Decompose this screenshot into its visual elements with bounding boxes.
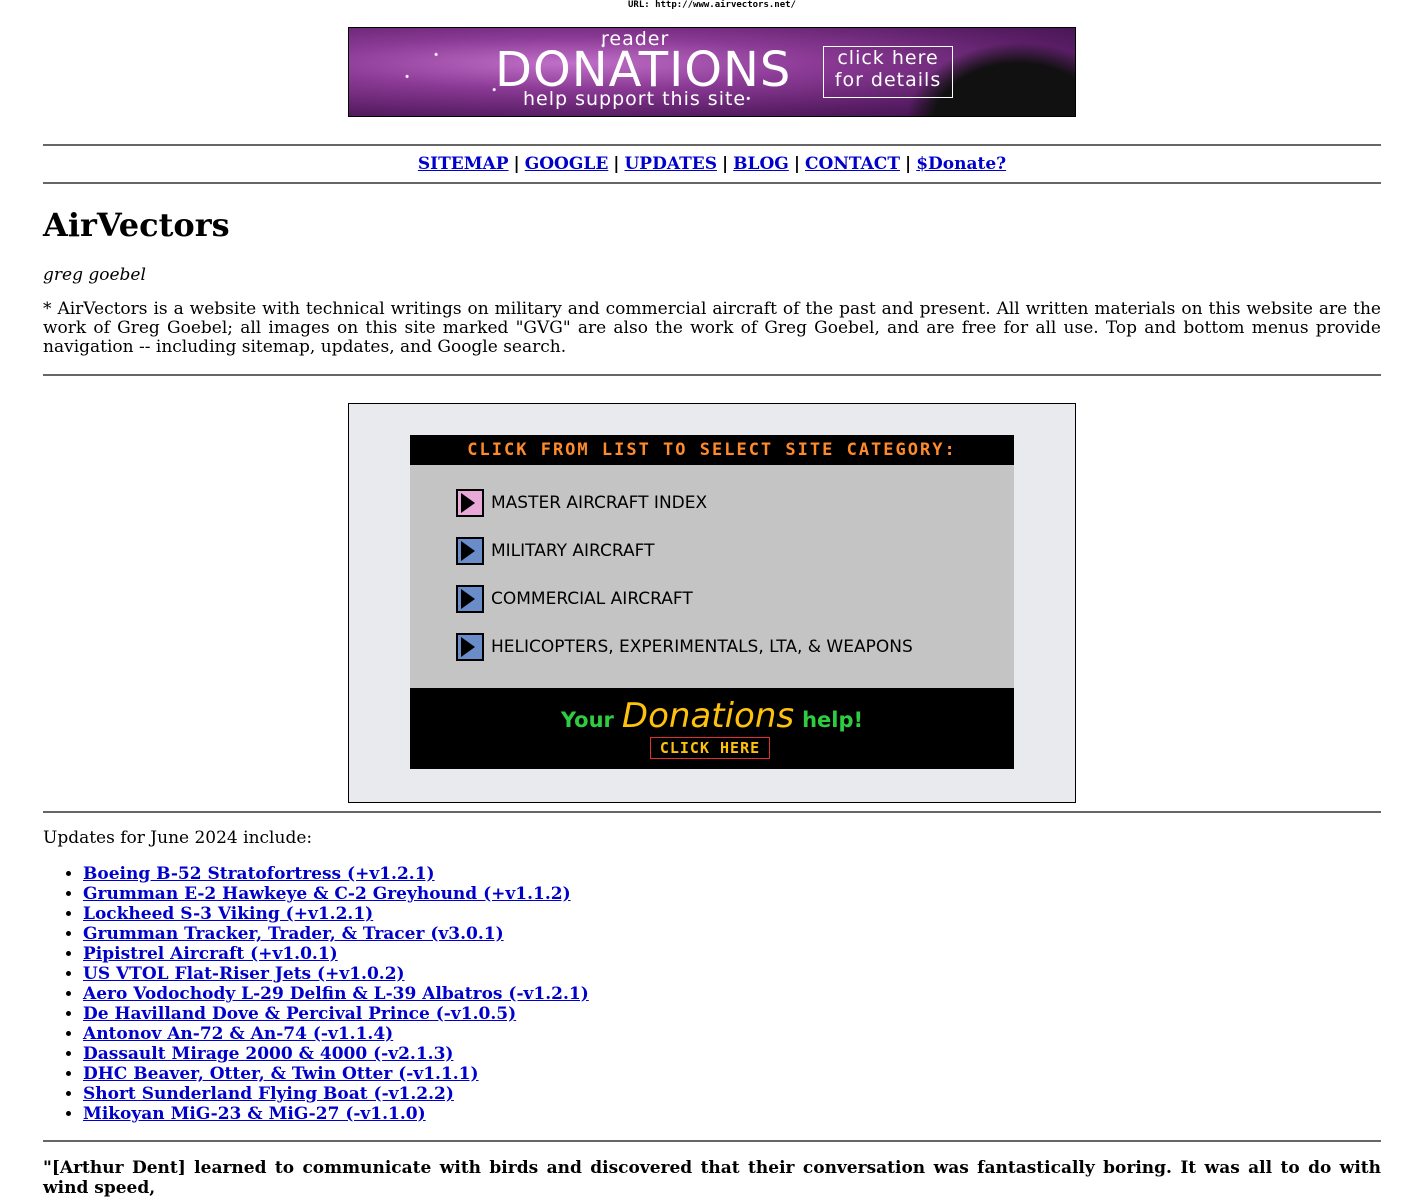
slogan-help: help! [802, 708, 864, 732]
donations-slogan: Your Donations help! [410, 696, 1014, 736]
update-link[interactable]: US VTOL Flat-Riser Jets (+v1.0.2) [83, 964, 405, 984]
update-link[interactable]: Boeing B-52 Stratofortress (+v1.2.1) [83, 864, 435, 884]
banner-click-line-1: click here [837, 47, 939, 69]
nav-separator: | [513, 154, 520, 174]
list-item: Mikoyan MiG-23 & MiG-27 (-v1.1.0) [83, 1104, 589, 1124]
menu-item-label: HELICOPTERS, EXPERIMENTALS, LTA, & WEAPO… [491, 637, 913, 657]
list-item: Antonov An-72 & An-74 (-v1.1.4) [83, 1024, 589, 1044]
nav-google-link[interactable]: GOOGLE [525, 154, 609, 174]
donations-click-here-button[interactable]: CLICK HERE [650, 737, 770, 759]
nav-sitemap-link[interactable]: SITEMAP [418, 154, 509, 174]
nav-blog-link[interactable]: BLOG [733, 154, 789, 174]
top-nav: SITEMAP | GOOGLE | UPDATES | BLOG | CONTACT | $Don… [0, 154, 1424, 174]
intro-paragraph: * AirVectors is a website with technical… [43, 299, 1381, 357]
nav-donate-link[interactable]: $Donate? [916, 154, 1006, 174]
menu-item-label: COMMERCIAL AIRCRAFT [491, 589, 693, 609]
update-link[interactable]: De Havilland Dove & Percival Prince (-v1… [83, 1004, 516, 1024]
update-link[interactable]: Dassault Mirage 2000 & 4000 (-v2.1.3) [83, 1044, 453, 1064]
list-item: Grumman Tracker, Trader, & Tracer (v3.0.… [83, 924, 589, 944]
list-item: DHC Beaver, Otter, & Twin Otter (-v1.1.1… [83, 1064, 589, 1084]
list-item: Grumman E-2 Hawkeye & C-2 Greyhound (+v1… [83, 884, 589, 904]
banner-click-details-button[interactable]: click here for details [823, 46, 953, 98]
nav-separator: | [905, 154, 912, 174]
update-link[interactable]: Mikoyan MiG-23 & MiG-27 (-v1.1.0) [83, 1104, 426, 1124]
divider-nav-bottom [43, 182, 1381, 184]
slogan-your: Your [560, 708, 614, 732]
update-link[interactable]: Grumman Tracker, Trader, & Tracer (v3.0.… [83, 924, 504, 944]
url-label: URL: http://www.airvectors.net/ [628, 0, 796, 10]
menu-item-military-aircraft[interactable]: MILITARY AIRCRAFT [456, 535, 654, 567]
nav-separator: | [721, 154, 729, 174]
update-link[interactable]: Grumman E-2 Hawkeye & C-2 Greyhound (+v1… [83, 884, 571, 904]
category-menu-panel: CLICK FROM LIST TO SELECT SITE CATEGORY:… [410, 435, 1014, 769]
list-item: Pipistrel Aircraft (+v1.0.1) [83, 944, 589, 964]
arrow-right-icon [456, 585, 484, 613]
arrow-right-icon [456, 537, 484, 565]
update-link[interactable]: Pipistrel Aircraft (+v1.0.1) [83, 944, 338, 964]
category-menu-frame: CLICK FROM LIST TO SELECT SITE CATEGORY:… [348, 403, 1076, 803]
menu-item-helicopters-experimentals[interactable]: HELICOPTERS, EXPERIMENTALS, LTA, & WEAPO… [456, 631, 913, 663]
page-title: AirVectors [43, 206, 230, 244]
slogan-donations: Donations [621, 696, 795, 736]
list-item: Boeing B-52 Stratofortress (+v1.2.1) [83, 864, 589, 884]
divider-top [43, 144, 1381, 146]
menu-item-commercial-aircraft[interactable]: COMMERCIAL AIRCRAFT [456, 583, 693, 615]
banner-click-line-2: for details [834, 69, 942, 91]
list-item: Short Sunderland Flying Boat (-v1.2.2) [83, 1084, 589, 1104]
list-item: Dassault Mirage 2000 & 4000 (-v2.1.3) [83, 1044, 589, 1064]
menu-item-label: MASTER AIRCRAFT INDEX [491, 493, 708, 513]
nav-updates-link[interactable]: UPDATES [624, 154, 717, 174]
updates-list: Boeing B-52 Stratofortress (+v1.2.1) Gru… [43, 864, 589, 1124]
divider-updates-bottom [43, 1140, 1381, 1142]
update-link[interactable]: Short Sunderland Flying Boat (-v1.2.2) [83, 1084, 454, 1104]
divider-menu-bottom [43, 811, 1381, 813]
divider-intro [43, 374, 1381, 376]
update-link[interactable]: Aero Vodochody L-29 Delfin & L-39 Albatr… [83, 984, 589, 1004]
updates-heading: Updates for June 2024 include: [43, 828, 313, 848]
arrow-right-icon [456, 633, 484, 661]
nav-separator: | [613, 154, 620, 174]
menu-item-label: MILITARY AIRCRAFT [491, 541, 655, 561]
arrow-right-icon [456, 489, 484, 517]
donations-footer[interactable]: Your Donations help! CLICK HERE [410, 688, 1014, 769]
banner-subtitle: help support this site [523, 88, 747, 110]
list-item: Aero Vodochody L-29 Delfin & L-39 Albatr… [83, 984, 589, 1004]
donations-banner[interactable]: reader DONATIONS help support this site … [348, 27, 1076, 117]
list-item: Lockheed S-3 Viking (+v1.2.1) [83, 904, 589, 924]
list-item: US VTOL Flat-Riser Jets (+v1.0.2) [83, 964, 589, 984]
closing-quote: "[Arthur Dent] learned to communicate wi… [43, 1158, 1381, 1198]
nav-separator: | [793, 154, 801, 174]
list-item: De Havilland Dove & Percival Prince (-v1… [83, 1004, 589, 1024]
category-menu-header: CLICK FROM LIST TO SELECT SITE CATEGORY: [410, 435, 1014, 465]
update-link[interactable]: Antonov An-72 & An-74 (-v1.1.4) [83, 1024, 393, 1044]
update-link[interactable]: DHC Beaver, Otter, & Twin Otter (-v1.1.1… [83, 1064, 479, 1084]
nav-contact-link[interactable]: CONTACT [805, 154, 900, 174]
author-name: greg goebel [43, 265, 146, 285]
menu-item-master-aircraft-index[interactable]: MASTER AIRCRAFT INDEX [456, 487, 707, 519]
update-link[interactable]: Lockheed S-3 Viking (+v1.2.1) [83, 904, 373, 924]
